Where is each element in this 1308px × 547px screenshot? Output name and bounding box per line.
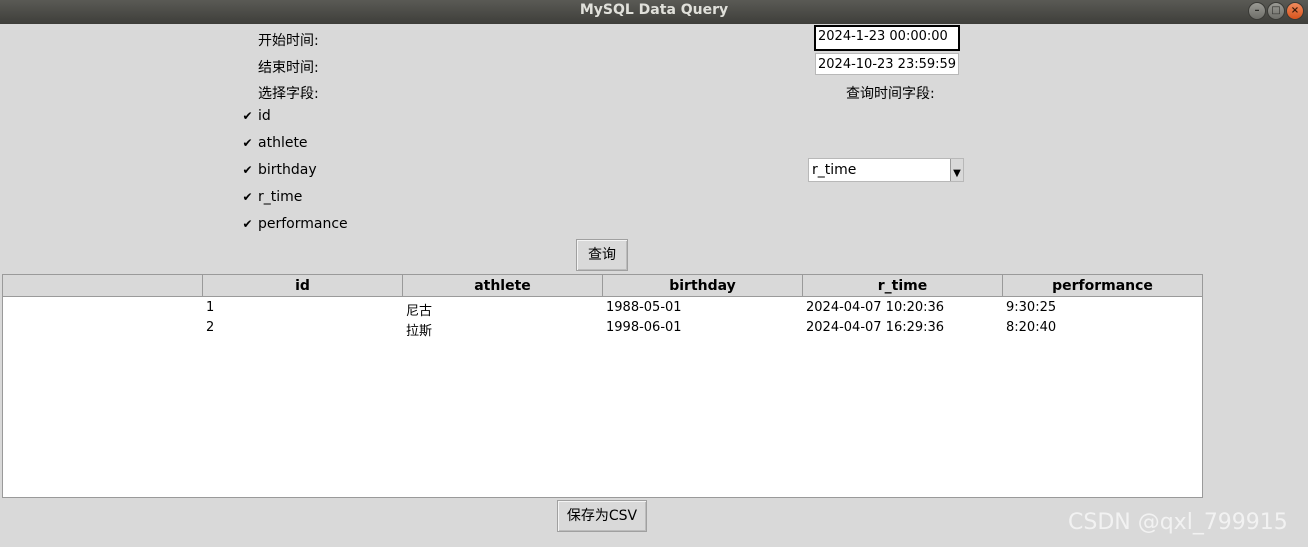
table-header-performance[interactable]: performance [1003,275,1203,297]
results-table[interactable]: id athlete birthday r_time performance 1… [2,274,1203,498]
close-icon[interactable]: × [1286,2,1304,20]
time-field-combobox[interactable]: r_time ▼ [808,158,964,182]
cell-birthday: 1998-06-01 [606,320,682,335]
start-time-label: 开始时间: [258,33,319,49]
cell-r-time: 2024-04-07 10:20:36 [806,300,945,315]
minimize-icon[interactable]: – [1248,2,1266,20]
table-header-r-time[interactable]: r_time [803,275,1003,297]
performance-checkbox[interactable]: ✔ [242,218,253,230]
cell-id: 1 [206,300,215,315]
table-header: id athlete birthday r_time performance [3,275,1204,297]
start-time-input[interactable]: 2024-1-23 00:00:00 [814,25,960,51]
id-checkbox-label: id [258,108,271,124]
table-row[interactable]: 2 拉斯 1998-06-01 2024-04-07 16:29:36 8:20… [3,320,1203,340]
table-header-id[interactable]: id [203,275,403,297]
title-bar: MySQL Data Query – □ × [0,0,1308,24]
table-header-birthday[interactable]: birthday [603,275,803,297]
time-field-label: 查询时间字段: [846,86,935,102]
cell-id: 2 [206,320,215,335]
end-time-input[interactable]: 2024-10-23 23:59:59 [815,53,959,75]
table-row[interactable]: 1 尼古 1988-05-01 2024-04-07 10:20:36 9:30… [3,300,1203,320]
cell-athlete: 尼古 [406,304,433,319]
select-fields-label: 选择字段: [258,86,319,102]
cell-athlete: 拉斯 [406,324,433,339]
athlete-checkbox[interactable]: ✔ [242,137,253,149]
cell-r-time: 2024-04-07 16:29:36 [806,320,945,335]
table-header-athlete[interactable]: athlete [403,275,603,297]
r-time-checkbox-label: r_time [258,189,303,205]
birthday-checkbox[interactable]: ✔ [242,164,253,176]
cell-performance: 9:30:25 [1006,300,1057,315]
birthday-checkbox-label: birthday [258,162,317,178]
cell-birthday: 1988-05-01 [606,300,682,315]
end-time-label: 结束时间: [258,60,319,76]
window-title: MySQL Data Query [579,2,729,18]
time-field-value: r_time [812,162,857,178]
query-button[interactable]: 查询 [576,239,628,271]
watermark: CSDN @qxl_799915 [1068,510,1288,535]
maximize-icon[interactable]: □ [1267,2,1285,20]
save-csv-button[interactable]: 保存为CSV [557,500,647,532]
id-checkbox[interactable]: ✔ [242,110,253,122]
athlete-checkbox-label: athlete [258,135,308,151]
cell-performance: 8:20:40 [1006,320,1057,335]
chevron-down-icon[interactable]: ▼ [950,159,963,181]
table-header-tree-column[interactable] [3,275,203,297]
performance-checkbox-label: performance [258,216,348,232]
r-time-checkbox[interactable]: ✔ [242,191,253,203]
